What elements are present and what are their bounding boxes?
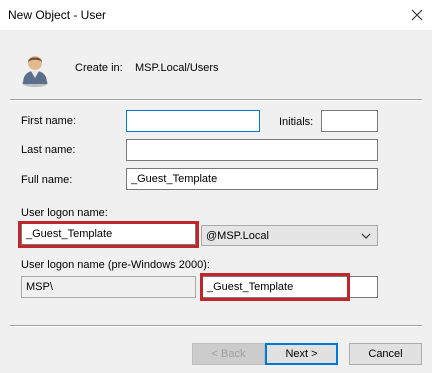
- first-name-label: First name:: [21, 115, 77, 127]
- create-in-value: MSP.Local/Users: [135, 62, 219, 74]
- next-button[interactable]: Next >: [265, 343, 338, 365]
- pre2000-domain-field: [21, 276, 196, 298]
- domain-select-value: @MSP.Local: [206, 229, 269, 242]
- cancel-button[interactable]: Cancel: [349, 343, 422, 365]
- full-name-label: Full name:: [21, 174, 73, 186]
- initials-label: Initials:: [279, 116, 314, 128]
- initials-input[interactable]: [321, 110, 378, 132]
- close-icon: [411, 9, 423, 21]
- close-button[interactable]: [402, 0, 432, 30]
- last-name-label: Last name:: [21, 144, 76, 156]
- pre2000-label: User logon name (pre-Windows 2000):: [21, 259, 210, 271]
- window-title: New Object - User: [8, 8, 107, 22]
- first-name-input[interactable]: [126, 110, 260, 132]
- user-icon: [22, 56, 48, 87]
- create-in-label: Create in:: [75, 62, 123, 74]
- bottom-divider: [10, 325, 422, 327]
- full-name-input[interactable]: [126, 168, 378, 190]
- chevron-down-icon: [361, 233, 371, 239]
- logon-name-label: User logon name:: [21, 207, 108, 219]
- last-name-input[interactable]: [126, 139, 378, 161]
- domain-select[interactable]: @MSP.Local: [201, 225, 378, 246]
- pre2000-highlight: [200, 273, 350, 301]
- back-button[interactable]: < Back: [192, 343, 265, 365]
- dialog-body: [0, 30, 432, 373]
- title-bar: New Object - User: [0, 0, 432, 30]
- logon-name-highlight: [18, 221, 199, 248]
- top-divider: [10, 99, 422, 101]
